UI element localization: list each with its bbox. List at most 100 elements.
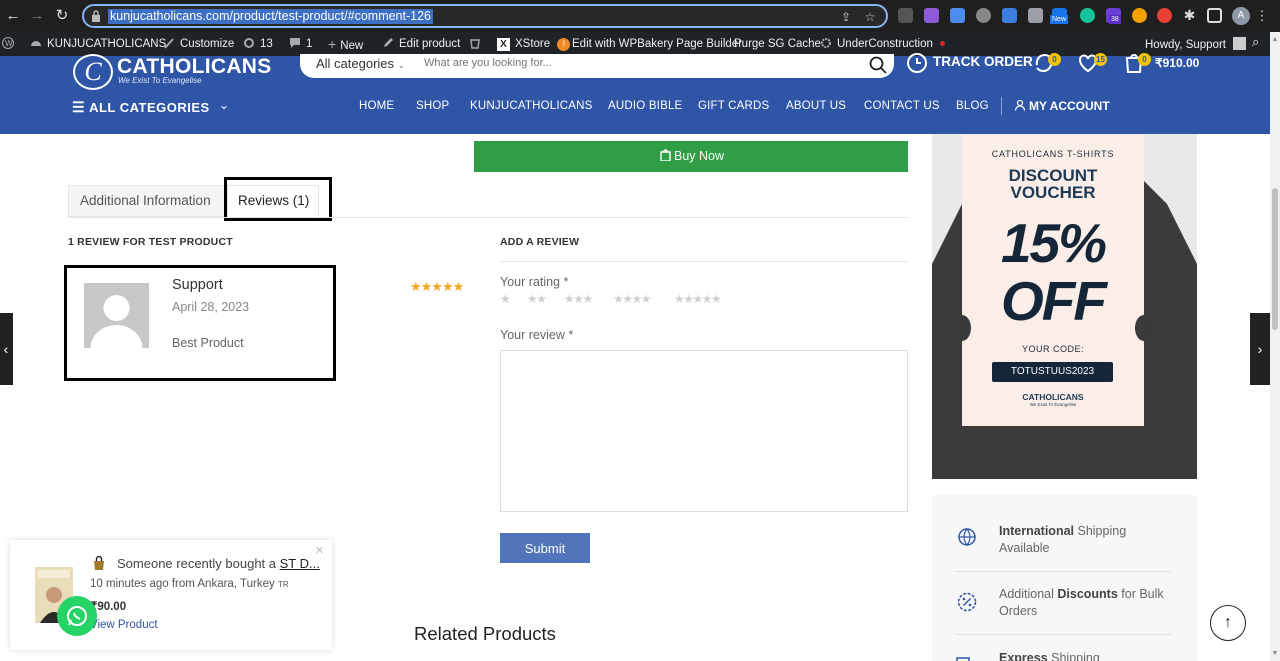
profile-avatar[interactable]: A — [1232, 7, 1250, 25]
next-product-arrow-icon[interactable]: › — [1250, 313, 1270, 385]
review-textarea[interactable] — [500, 350, 908, 512]
user-avatar-icon — [1233, 37, 1247, 50]
voucher-subtitle: CATHOLICANS T-SHIRTS — [991, 149, 1115, 159]
search-input[interactable] — [424, 57, 854, 69]
your-rating-label: Your rating * — [500, 275, 569, 289]
rating-2-stars[interactable]: ★★ — [527, 292, 547, 306]
buy-now-button[interactable]: Buy Now — [474, 141, 908, 172]
updates-icon — [244, 38, 254, 48]
nav-shop[interactable]: SHOP — [416, 100, 449, 112]
extension-doc-icon[interactable] — [950, 8, 965, 23]
bookmark-star-icon[interactable]: ☆ — [862, 9, 878, 25]
compare-count-badge: 0 — [1048, 53, 1061, 66]
address-bar[interactable]: kunjucatholicans.com/product/test-produc… — [82, 4, 888, 28]
prev-product-arrow-icon[interactable]: ‹ — [0, 313, 13, 385]
extension-pen-icon[interactable] — [924, 8, 939, 23]
chevron-down-icon[interactable]: ⌄ — [219, 98, 229, 112]
cart-total[interactable]: ₹910.00 — [1155, 56, 1199, 70]
truck-icon — [956, 657, 970, 661]
wp-updates[interactable]: 13 — [243, 37, 273, 51]
whatsapp-button[interactable] — [57, 596, 97, 636]
wp-howdy[interactable]: Howdy, Support — [1145, 37, 1247, 52]
popup-when: 10 minutes ago from Ankara, Turkey — [90, 578, 275, 590]
forward-arrow-icon[interactable]: → — [27, 6, 47, 26]
rating-3-stars[interactable]: ★★★ — [564, 292, 593, 306]
reload-icon[interactable]: ↻ — [52, 6, 72, 26]
wp-customize[interactable]: Customize — [163, 37, 234, 51]
my-account-link[interactable]: MY ACCOUNT — [1014, 99, 1110, 113]
extension-recycle-icon[interactable] — [898, 8, 913, 23]
wp-search-icon[interactable]: ⌕ — [1252, 35, 1259, 49]
wp-site-name[interactable]: KUNJUCATHOLICANS — [30, 37, 166, 51]
wp-comments[interactable]: 1 — [289, 37, 312, 51]
rating-4-stars[interactable]: ★★★★ — [613, 292, 652, 306]
logo-mark-icon[interactable]: C — [73, 54, 113, 90]
wp-purge-cache[interactable]: Purge SG Cache — [734, 37, 821, 51]
popup-product-link[interactable]: ST D... — [280, 556, 320, 571]
popup-view-product-link[interactable]: View Product — [90, 619, 158, 631]
url-text: kunjucatholicans.com/product/test-produc… — [108, 9, 433, 24]
rating-5-stars[interactable]: ★★★★★ — [674, 292, 722, 306]
wp-under-construction[interactable]: UnderConstruction — [820, 37, 946, 51]
rating-1-star[interactable]: ★ — [500, 292, 511, 306]
hamburger-menu-icon: ☰ — [72, 99, 86, 115]
scrollbar-thumb[interactable] — [1272, 188, 1278, 330]
extension-moon-icon[interactable] — [1132, 8, 1147, 23]
lock-icon — [92, 10, 100, 22]
nav-kunjucatholicans[interactable]: KUNJUCATHOLICANS — [470, 100, 592, 112]
wp-xstore[interactable]: X XStore ! — [497, 37, 571, 51]
extension-chrome-icon[interactable] — [1157, 8, 1172, 23]
extension-globe-icon[interactable] — [976, 8, 991, 23]
feature-discounts-pre: Additional — [999, 587, 1058, 601]
site-header: C CATHOLICANS We Exist To Evangelise All… — [0, 53, 1270, 134]
discount-voucher: CATHOLICANS T-SHIRTS DISCOUNT VOUCHER 15%… — [953, 134, 1153, 426]
share-icon[interactable]: ⇪ — [838, 9, 854, 25]
extension-new-icon[interactable]: New — [1050, 8, 1069, 24]
search-category-select[interactable]: All categories ⌄ — [316, 56, 405, 71]
wp-new[interactable]: + New — [328, 37, 363, 53]
wordpress-logo-icon[interactable]: W — [2, 37, 19, 51]
extension-camera-icon[interactable] — [1028, 8, 1043, 23]
nav-home[interactable]: HOME — [359, 100, 394, 112]
nav-divider — [1001, 97, 1002, 115]
track-order-link[interactable]: TRACK ORDER — [933, 54, 1033, 69]
wp-updates-count: 13 — [260, 38, 273, 50]
more-menu-icon[interactable]: ⋮ — [1252, 6, 1272, 26]
review-text: Best Product — [172, 336, 244, 350]
close-icon[interactable]: ✕ — [315, 544, 324, 557]
back-arrow-icon[interactable]: ← — [3, 6, 23, 26]
chevron-down-icon: ⌄ — [397, 60, 406, 70]
wp-edit-product-label: Edit product — [399, 38, 461, 50]
wp-edit-product[interactable]: Edit product — [382, 37, 460, 51]
extension-38-icon[interactable]: 38 — [1106, 8, 1121, 24]
nav-gift-cards[interactable]: GIFT CARDS — [698, 100, 769, 112]
extensions-puzzle-icon[interactable]: ✱ — [1182, 8, 1197, 23]
submit-button[interactable]: Submit — [500, 533, 590, 563]
nav-blog[interactable]: BLOG — [956, 100, 989, 112]
all-categories-button[interactable]: ☰ ALL CATEGORIES — [72, 99, 210, 116]
popup-title-prefix: Someone recently bought a — [117, 556, 280, 571]
clock-icon — [907, 53, 927, 73]
page-scrollbar[interactable] — [1270, 32, 1280, 661]
tab-divider — [68, 217, 908, 218]
tab-additional-information[interactable]: Additional Information — [68, 185, 226, 217]
feature-discounts-bold: Discounts — [1057, 587, 1118, 601]
extension-translate-icon[interactable] — [1002, 8, 1017, 23]
feature-express: Express Shipping — [999, 650, 1179, 661]
nav-contact-us[interactable]: CONTACT US — [864, 100, 940, 112]
scroll-to-top-button[interactable]: ↑ — [1210, 605, 1246, 641]
status-dot-icon — [940, 41, 946, 46]
extension-grammarly-icon[interactable] — [1080, 8, 1095, 23]
brush-icon — [164, 38, 174, 49]
my-account-label: MY ACCOUNT — [1029, 99, 1110, 113]
search-icon[interactable] — [868, 55, 888, 75]
sidepanel-icon[interactable] — [1207, 8, 1222, 23]
nav-about-us[interactable]: ABOUT US — [786, 100, 846, 112]
scroll-up-icon[interactable]: ▲ — [1270, 34, 1280, 46]
nav-audio-bible[interactable]: AUDIO BIBLE — [608, 100, 682, 112]
wp-wpbakery[interactable]: Edit with WPBakery Page Builder — [572, 37, 742, 51]
plus-icon: + — [328, 36, 337, 52]
scroll-down-icon[interactable]: ▼ — [1270, 648, 1280, 660]
arrow-up-icon: ↑ — [1224, 614, 1232, 631]
wp-cup-icon[interactable] — [469, 37, 486, 51]
